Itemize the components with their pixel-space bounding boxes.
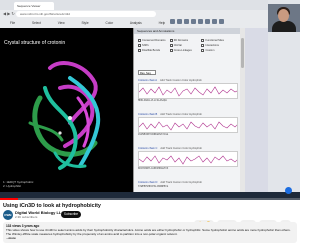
browser-chrome: Sequence Viewer ◀ ▶ ↻ www.ncbi.nlm.nih.g…: [0, 0, 268, 28]
menu-help: Help: [158, 21, 166, 25]
option: Disulfide Bonds: [138, 48, 169, 53]
checkbox-icon: [138, 38, 141, 42]
option: Cross-Linkages: [169, 48, 201, 53]
viewer-footnote: 2: Hydrophilic: [3, 184, 22, 188]
sequence-text: MKKLIRALLVLLCSLASAQA: [138, 99, 167, 102]
hydrophobicity-plot: [138, 151, 238, 167]
description-box[interactable]: 133 views 3 years ago This video shows h…: [3, 222, 297, 243]
annotation-options: Conserved Domains 3D Domains Functional …: [138, 38, 236, 53]
menu-analysis: Analysis: [129, 21, 142, 25]
browser-tab: Sequence Viewer: [14, 2, 54, 10]
subscriber-count: 2.3K subscribers: [15, 215, 38, 219]
checkbox-icon: [138, 48, 141, 52]
track-tags: Add Track Custom Color Hydrophob: [160, 147, 202, 150]
icn3d-menu: File Select View Style Color Analysis He…: [10, 19, 181, 27]
sequence-text: GVVNECNKYCRRKGPGSYCGG: [138, 133, 169, 136]
option: Custom: [201, 48, 232, 53]
sequence-text: SYWEEPSHKCPSLCKRNPECG: [138, 185, 169, 188]
video-title: Using iCn3D to look at hydrophobicity: [3, 203, 101, 209]
notification-dot-icon: [285, 187, 292, 194]
tab-strip: Sequence Viewer: [0, 0, 268, 10]
subscribe-button[interactable]: Subscribe: [61, 211, 81, 218]
action-bar: 👍 1 | 👎↗ Share✂ Clip≡ Save⋯: [194, 211, 294, 227]
show-more-link[interactable]: ...more: [6, 236, 294, 240]
url-bar: www.ncbi.nlm.nih.gov/Structure/icn3d: [16, 11, 156, 17]
checkbox-icon: [169, 43, 173, 47]
presenter-webcam: [268, 4, 300, 32]
nav-arrows-icon: ◀ ▶ ↻: [3, 11, 15, 16]
checkbox-icon: [169, 38, 173, 42]
protein-ribbon-image: [28, 61, 101, 170]
extension-icons: [170, 11, 265, 24]
channel-avatar[interactable]: DWB: [3, 210, 13, 220]
sequence-text: KDCHCKRTLCAKKVHKGGTCK: [138, 167, 169, 170]
menu-view: View: [57, 21, 65, 25]
sequence-track: Crotonin chain B Add Track Custom Color H…: [138, 112, 238, 144]
hydrophobicity-plot: [138, 83, 238, 99]
sequence-track: Crotonin chain D Add Track Custom Color H…: [138, 180, 238, 192]
menu-color: Color: [105, 21, 114, 25]
hydrophobicity-plot: [138, 117, 238, 133]
menu-style: Style: [81, 21, 89, 25]
track-label: Crotonin chain D: [138, 181, 158, 184]
video-progress-bar[interactable]: [0, 198, 300, 200]
track-label: Crotonin chain B: [138, 113, 158, 116]
video-player[interactable]: Sequence Viewer ◀ ▶ ↻ www.ncbi.nlm.nih.g…: [0, 0, 300, 200]
track-label: Crotonin chain C: [138, 147, 158, 150]
residue-selector: Res. Seq: [138, 70, 156, 75]
menu-file: File: [10, 21, 16, 25]
structure-viewer: Crystal structure of crotonin 1: 1EDQ? h…: [0, 28, 133, 192]
track-label: Crotonin chain A: [138, 79, 158, 82]
sequence-track: Crotonin chain A Add Track Custom Color H…: [138, 78, 238, 110]
description-text: This video shows how to use iCn3D to sel…: [6, 228, 291, 236]
sequence-track: Crotonin chain C Add Track Custom Color H…: [138, 146, 238, 178]
sequence-panel: Sequences and Annotations Conserved Doma…: [133, 28, 240, 192]
menu-select: Select: [32, 21, 41, 25]
track-tags: Add Track Custom Color Hydrophob: [160, 113, 202, 116]
panel-header: Sequences and Annotations: [134, 28, 240, 34]
track-tags: Add Track Custom Color Hydrophob: [160, 181, 202, 184]
track-tags: Add Track Custom Color Hydrophob: [160, 79, 202, 82]
checkbox-icon: [138, 43, 141, 47]
checkbox-icon: [169, 48, 173, 52]
panel-scrollbar: [240, 28, 245, 192]
